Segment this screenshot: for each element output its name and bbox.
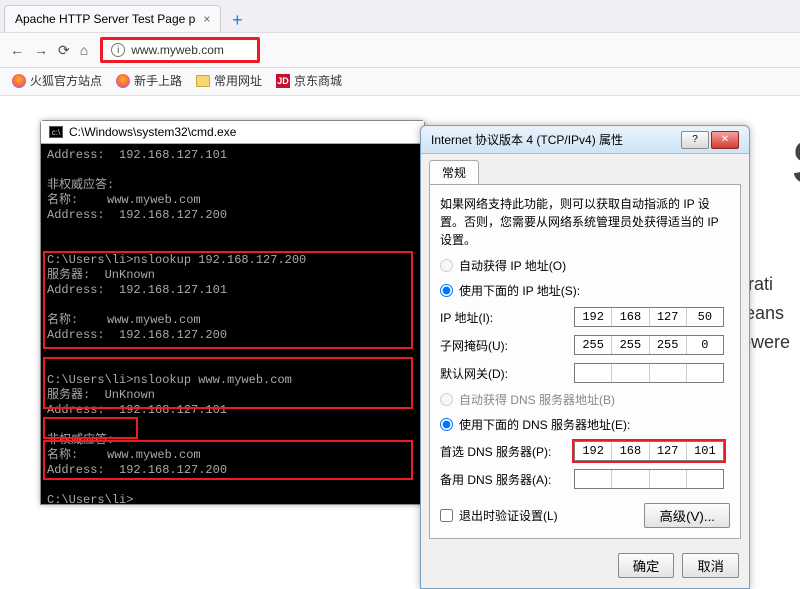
dialog-footer: 确定 取消 <box>421 547 749 588</box>
firefox-icon <box>12 74 26 88</box>
info-icon[interactable]: i <box>111 43 125 57</box>
tab-general[interactable]: 常规 <box>429 160 479 184</box>
close-icon[interactable]: × <box>203 12 210 26</box>
cmd-titlebar[interactable]: c:\ C:\Windows\system32\cmd.exe <box>41 121 424 144</box>
browser-chrome: Apache HTTP Server Test Page p × + ← → ⟳… <box>0 0 800 96</box>
checkbox-validate[interactable]: 退出时验证设置(L) <box>440 507 558 524</box>
radio-label: 使用下面的 IP 地址(S): <box>459 282 580 299</box>
bookmark-getting-started[interactable]: 新手上路 <box>116 72 182 89</box>
new-tab-button[interactable]: + <box>223 8 251 32</box>
label-dns2: 备用 DNS 服务器(A): <box>440 471 568 488</box>
dialog-titlebar[interactable]: Internet 协议版本 4 (TCP/IPv4) 属性 ? ✕ <box>421 126 749 154</box>
cmd-title: C:\Windows\system32\cmd.exe <box>69 125 236 139</box>
bookmark-label: 火狐官方站点 <box>30 72 102 89</box>
label-mask: 子网掩码(U): <box>440 337 568 354</box>
bookmarks-bar: 火狐官方站点 新手上路 常用网址 JD 京东商城 <box>0 68 800 96</box>
forward-button[interactable]: → <box>34 42 48 59</box>
radio-label: 自动获得 IP 地址(O) <box>459 257 566 274</box>
home-button[interactable]: ⌂ <box>80 42 88 59</box>
bookmark-label: 京东商城 <box>294 72 342 89</box>
radio-auto-ip[interactable]: 自动获得 IP 地址(O) <box>440 257 730 274</box>
dns1-input[interactable]: 192168127101 <box>574 441 724 461</box>
bookmark-jd[interactable]: JD 京东商城 <box>276 72 342 89</box>
cmd-window: c:\ C:\Windows\system32\cmd.exe Address:… <box>40 120 425 505</box>
jd-icon: JD <box>276 74 290 88</box>
url-input[interactable]: i www.myweb.com <box>100 37 260 63</box>
radio-auto-dns: 自动获得 DNS 服务器地址(B) <box>440 391 730 408</box>
url-text: www.myweb.com <box>131 43 224 57</box>
label-ip: IP 地址(I): <box>440 309 568 326</box>
ok-button[interactable]: 确定 <box>618 553 675 578</box>
bookmark-label: 常用网址 <box>214 72 262 89</box>
advanced-button[interactable]: 高级(V)... <box>644 503 730 528</box>
dns2-input[interactable] <box>574 469 724 489</box>
cmd-icon: c:\ <box>49 126 63 138</box>
close-button[interactable]: ✕ <box>711 131 739 149</box>
subnet-mask-input[interactable]: 2552552550 <box>574 335 724 355</box>
radio-label: 自动获得 DNS 服务器地址(B) <box>459 391 615 408</box>
tab-title: Apache HTTP Server Test Page p <box>15 12 195 26</box>
firefox-icon <box>116 74 130 88</box>
cancel-button[interactable]: 取消 <box>682 553 739 578</box>
tcpip-dialog: Internet 协议版本 4 (TCP/IPv4) 属性 ? ✕ 常规 如果网… <box>420 125 750 589</box>
page-heading-fragment: stin <box>792 110 800 202</box>
dialog-title: Internet 协议版本 4 (TCP/IPv4) 属性 <box>431 131 623 148</box>
help-button[interactable]: ? <box>681 131 709 149</box>
tab-bar: Apache HTTP Server Test Page p × + <box>0 0 800 32</box>
toolbar: ← → ⟳ ⌂ i www.myweb.com <box>0 32 800 68</box>
bookmark-firefox[interactable]: 火狐官方站点 <box>12 72 102 89</box>
dialog-hint: 如果网络支持此功能，则可以获取自动指派的 IP 设置。否则，您需要从网络系统管理… <box>440 195 730 249</box>
dialog-body: 如果网络支持此功能，则可以获取自动指派的 IP 设置。否则，您需要从网络系统管理… <box>429 184 741 539</box>
cmd-output[interactable]: Address: 192.168.127.101 非权威应答: 名称: www.… <box>41 144 424 504</box>
checkbox-label: 退出时验证设置(L) <box>459 507 558 524</box>
dialog-tabs: 常规 <box>429 160 741 184</box>
cmd-text: Address: 192.168.127.101 非权威应答: 名称: www.… <box>47 148 306 504</box>
ip-address-input[interactable]: 19216812750 <box>574 307 724 327</box>
radio-manual-ip[interactable]: 使用下面的 IP 地址(S): <box>440 282 730 299</box>
radio-manual-dns[interactable]: 使用下面的 DNS 服务器地址(E): <box>440 416 730 433</box>
bookmark-label: 新手上路 <box>134 72 182 89</box>
back-button[interactable]: ← <box>10 42 24 59</box>
reload-button[interactable]: ⟳ <box>58 42 70 59</box>
gateway-input[interactable] <box>574 363 724 383</box>
browser-tab[interactable]: Apache HTTP Server Test Page p × <box>4 5 221 32</box>
radio-label: 使用下面的 DNS 服务器地址(E): <box>459 416 630 433</box>
label-gateway: 默认网关(D): <box>440 365 568 382</box>
bookmark-common[interactable]: 常用网址 <box>196 72 262 89</box>
label-dns1: 首选 DNS 服务器(P): <box>440 443 568 460</box>
folder-icon <box>196 75 210 87</box>
